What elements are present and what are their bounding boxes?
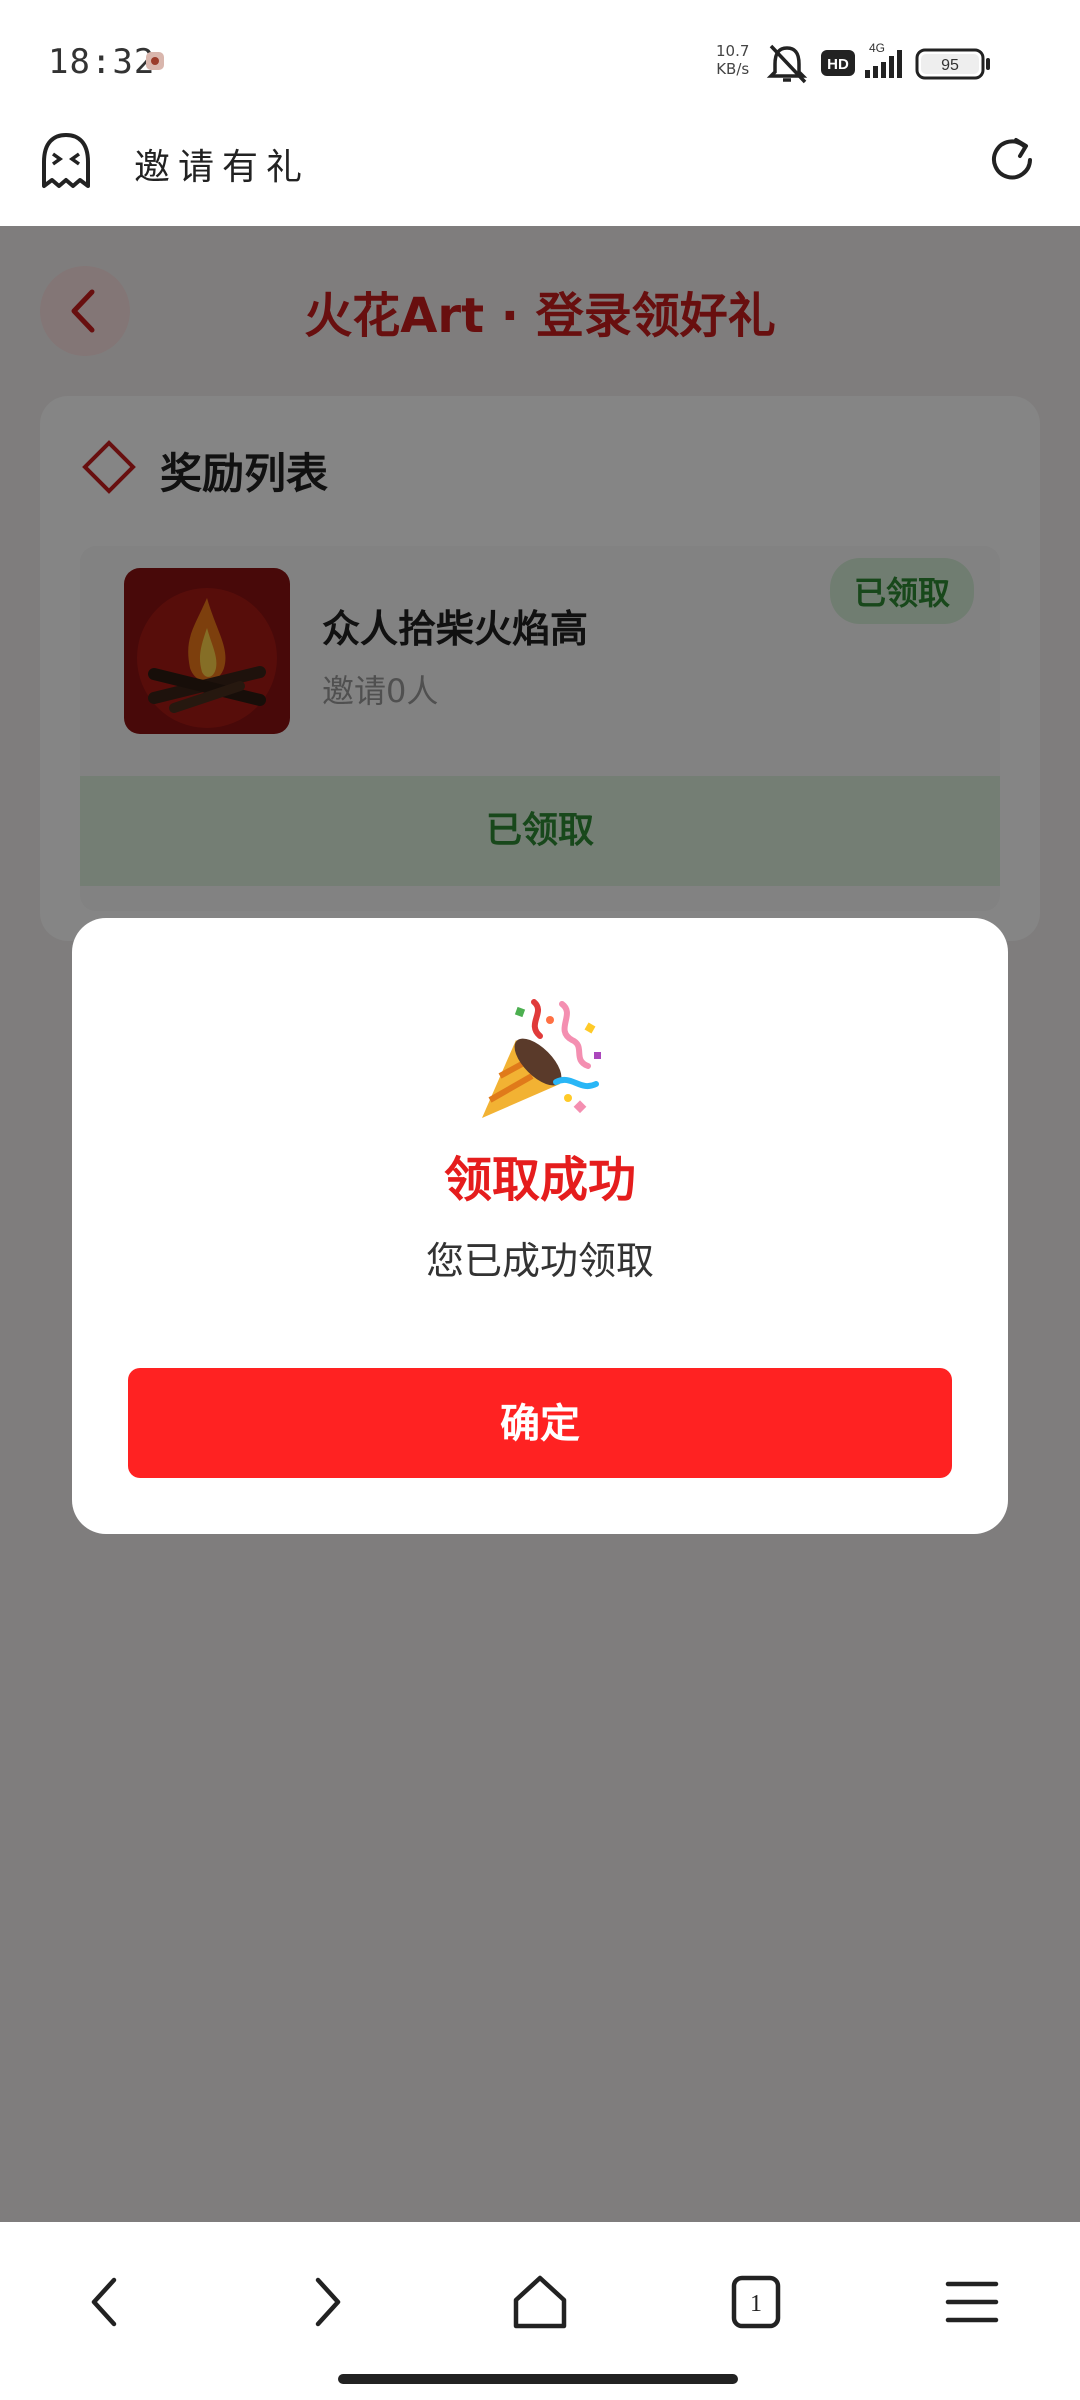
browser-title-bar: 邀请有礼 [0, 110, 1080, 226]
screen-record-icon [146, 52, 164, 70]
party-popper-icon [482, 999, 601, 1118]
tab-count: 1 [750, 2291, 762, 2317]
nav-back-icon[interactable] [68, 2262, 148, 2342]
status-icons: HD 4G 95 [766, 41, 990, 84]
nav-menu-icon[interactable] [932, 2262, 1012, 2342]
battery-level: 95 [941, 57, 959, 74]
status-time: 18:32 [48, 42, 156, 82]
browser-page-title: 邀请有礼 [134, 147, 311, 188]
nav-home-icon[interactable] [500, 2262, 580, 2342]
home-indicator[interactable] [338, 2374, 738, 2384]
network-speed: 10.7 KB/s [716, 42, 749, 78]
network-speed-value: 10.7 [716, 42, 750, 60]
nav-forward-icon[interactable] [284, 2262, 364, 2342]
network-speed-unit: KB/s [716, 60, 750, 78]
web-content: 火花Art · 登录领好礼 奖励列表 众人拾柴火焰高 邀请0人 已领取 已领取 … [0, 226, 1080, 2222]
signal-icon: 4G [865, 41, 902, 78]
network-label: 4G [869, 41, 885, 55]
nav-tabs-button[interactable]: 1 [716, 2262, 796, 2342]
browser-bottom-nav: 1 [0, 2222, 1080, 2400]
refresh-icon[interactable] [984, 132, 1040, 188]
ghost-logo-icon[interactable] [40, 132, 92, 190]
success-modal: 领取成功 您已成功领取 确定 [72, 918, 1008, 1534]
mute-bell-icon [766, 44, 808, 84]
confirm-button[interactable]: 确定 [128, 1368, 952, 1478]
modal-message: 您已成功领取 [425, 1239, 654, 1283]
status-bar: 18:32 10.7 KB/s HD 4G 95 [0, 0, 1080, 110]
hd-icon: HD [821, 50, 855, 76]
battery-icon: 95 [915, 48, 990, 80]
modal-title: 领取成功 [443, 1152, 636, 1208]
tabs-icon: 1 [731, 2275, 781, 2329]
hd-label: HD [827, 56, 849, 73]
